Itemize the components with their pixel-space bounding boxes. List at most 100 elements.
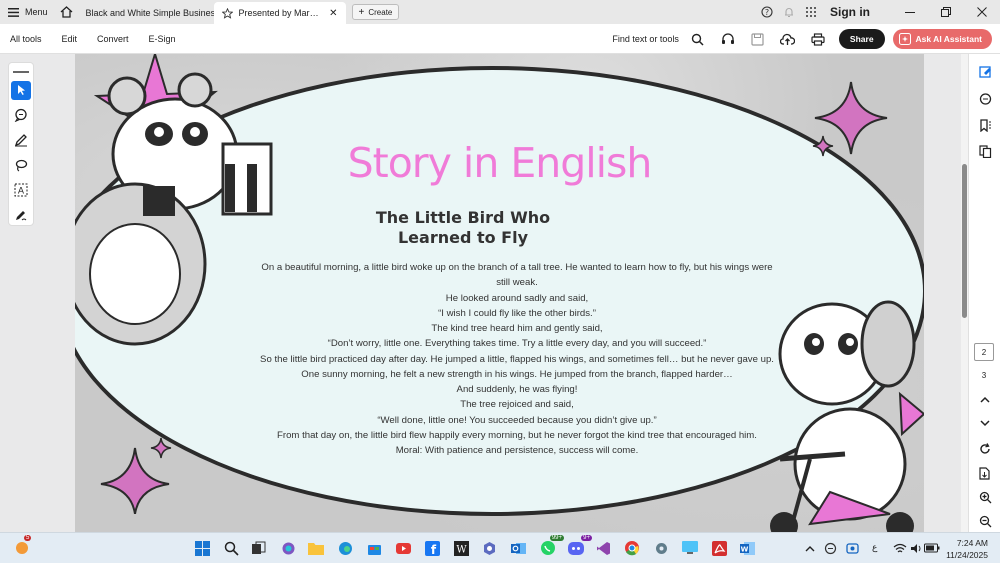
ai-assistant-button[interactable]: Ask AI Assistant — [892, 29, 992, 49]
bell-icon[interactable] — [778, 6, 800, 18]
menu-e-sign[interactable]: E-Sign — [139, 34, 186, 44]
visual-studio-icon[interactable] — [593, 538, 613, 558]
tab-document-1[interactable]: Black and White Simple Business... — [78, 2, 214, 24]
restore-button[interactable] — [928, 7, 964, 17]
chrome-icon[interactable] — [622, 538, 642, 558]
text-box-icon: A — [14, 183, 28, 197]
story-line: The kind tree heard him and gently said, — [431, 323, 603, 334]
menu-label: Menu — [25, 7, 48, 17]
tab-label: Black and White Simple Business... — [85, 8, 214, 18]
battery-icon[interactable] — [922, 538, 942, 558]
page-number-current[interactable]: 2 — [974, 343, 994, 361]
show-hidden-icons[interactable] — [800, 538, 820, 558]
settings-icon[interactable] — [651, 538, 671, 558]
sign-in-button[interactable]: Sign in — [830, 5, 870, 19]
help-icon[interactable]: ? — [756, 6, 778, 18]
youtube-icon[interactable] — [393, 538, 413, 558]
zoom-in-icon[interactable] — [976, 488, 994, 506]
close-tab-icon[interactable]: ✕ — [329, 8, 337, 19]
minimize-button[interactable] — [892, 7, 928, 17]
story-line: One sunny morning, he felt a new strengt… — [301, 368, 733, 380]
lasso-icon — [15, 160, 28, 172]
ai-sparkle-icon — [898, 33, 911, 45]
task-view-icon[interactable] — [248, 538, 268, 558]
menu-button[interactable]: Menu — [0, 0, 56, 24]
draw-tool[interactable] — [11, 156, 31, 175]
share-button[interactable]: Share — [838, 29, 885, 49]
home-button[interactable] — [56, 0, 78, 24]
scrollbar-thumb[interactable] — [962, 164, 967, 318]
apps-grid-icon[interactable] — [800, 6, 822, 18]
tab-document-2[interactable]: Presented by Maraim Ha... ✕ — [213, 2, 346, 24]
story-line: “Don’t worry, little one. Everything tak… — [327, 338, 707, 350]
comment-panel-icon[interactable] — [976, 90, 994, 108]
copilot-icon[interactable] — [278, 538, 298, 558]
word-icon[interactable]: W — [737, 538, 757, 558]
sync-tray-icon[interactable] — [820, 538, 840, 558]
edit-pdf-icon[interactable] — [976, 62, 994, 80]
create-button[interactable]: + Create — [351, 4, 400, 20]
sign-tool[interactable] — [11, 206, 31, 225]
menu-edit[interactable]: Edit — [52, 34, 88, 44]
search-icon[interactable] — [221, 538, 241, 558]
read-aloud-icon[interactable] — [713, 32, 743, 46]
scroll-down-icon[interactable] — [976, 414, 994, 432]
remote-desktop-icon[interactable] — [680, 538, 700, 558]
main-toolbar: All tools Edit Convert E-Sign Find text … — [0, 24, 1000, 54]
cloud-upload-icon[interactable] — [773, 33, 803, 46]
search-icon[interactable] — [683, 33, 713, 46]
drag-handle[interactable] — [13, 71, 29, 73]
bookmark-icon[interactable] — [976, 116, 994, 134]
system-clock[interactable]: 7:24 AM 11/24/2025 — [946, 537, 988, 561]
menu-convert[interactable]: Convert — [87, 34, 139, 44]
text-tool[interactable]: A — [11, 181, 31, 200]
outlook-icon[interactable] — [508, 538, 528, 558]
facebook-icon[interactable]: f — [422, 538, 442, 558]
save-to-file-icon[interactable] — [976, 464, 994, 482]
language-indicator[interactable]: ع — [872, 542, 877, 553]
store-icon[interactable] — [364, 538, 384, 558]
pen-icon — [14, 134, 27, 147]
zoom-out-icon[interactable] — [976, 512, 994, 530]
pages-icon[interactable] — [976, 142, 994, 160]
page-margin — [924, 54, 961, 532]
security-tray-icon[interactable] — [842, 538, 862, 558]
comment-tool[interactable] — [11, 106, 31, 125]
weather-badge: 5 — [24, 535, 32, 541]
menu-all-tools[interactable]: All tools — [0, 34, 52, 44]
svg-text:A: A — [18, 187, 25, 197]
weather-icon[interactable]: 5 — [12, 535, 32, 558]
svg-text:?: ? — [765, 8, 769, 17]
acrobat-icon[interactable] — [709, 538, 729, 558]
story-text: On a beautiful morning, a little bird wo… — [260, 260, 774, 458]
close-window-button[interactable] — [964, 7, 1000, 17]
create-label: Create — [368, 7, 393, 17]
star-icon[interactable] — [221, 7, 233, 19]
puppy-illustration — [770, 300, 924, 532]
page-number-next[interactable]: 3 — [974, 366, 994, 384]
edge-icon[interactable] — [335, 538, 355, 558]
refresh-icon[interactable] — [976, 440, 994, 458]
wikipedia-icon[interactable]: W — [451, 538, 471, 558]
scroll-up-icon[interactable] — [976, 390, 994, 408]
home-icon — [60, 6, 73, 18]
print-icon[interactable] — [803, 32, 833, 46]
highlight-tool[interactable] — [11, 131, 31, 150]
start-icon[interactable] — [192, 538, 212, 558]
whatsapp-icon[interactable]: 99+ — [538, 535, 564, 558]
story-line: Moral: With patience and persistence, su… — [395, 445, 639, 456]
select-tool[interactable] — [11, 80, 31, 100]
story-line: So the little bird practiced day after d… — [260, 353, 774, 365]
windows-taskbar: 5 f W 99+ 9+ W ع 7:24 AM 11/24/2025 — [0, 532, 1000, 563]
svg-text:W: W — [456, 544, 467, 555]
save-icon[interactable] — [743, 32, 773, 46]
whatsapp-badge: 99+ — [549, 535, 564, 541]
sparkle-decoration — [100, 437, 172, 514]
file-explorer-icon[interactable] — [306, 538, 326, 558]
find-text-button[interactable]: Find text or tools — [612, 34, 679, 44]
fill-sign-icon — [16, 211, 27, 221]
plus-icon: + — [358, 6, 365, 18]
svg-text:W: W — [740, 545, 748, 553]
discord-icon[interactable]: 9+ — [566, 535, 592, 558]
vpn-app-icon[interactable] — [479, 538, 499, 558]
